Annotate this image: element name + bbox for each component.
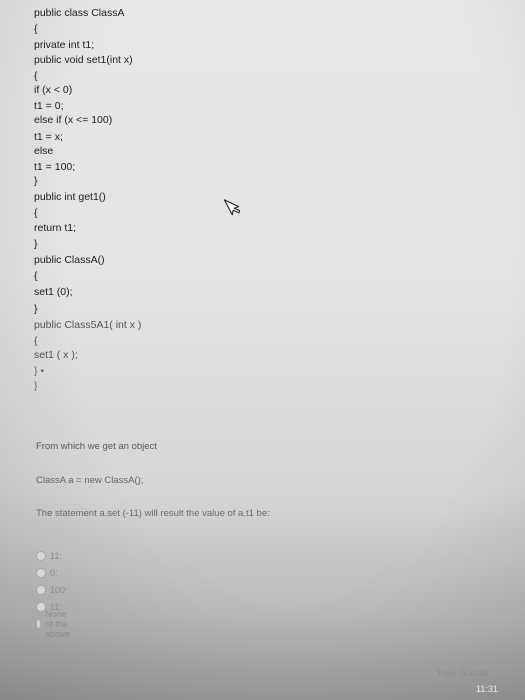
code-line: } • [34,365,45,378]
code-line: { [34,334,38,347]
code-line: else if (x <= 100) [34,114,113,127]
mouse-pointer-icon [223,199,240,216]
code-line: } [34,237,38,250]
code-line: public class ClassA [34,7,125,19]
code-line: public int get1() [34,191,106,204]
code-line: { [34,69,38,82]
code-line: private int t1; [34,39,95,52]
code-line: set1 ( x ); [34,349,78,362]
answer-option[interactable]: 11: [36,549,62,563]
next-page-link[interactable]: Next Page [42,685,75,692]
radio-button[interactable] [36,585,46,595]
code-line: set1 (0); [34,286,73,299]
option-label: 11: [50,551,62,561]
option-label: None of the above [45,609,70,639]
code-line: else [34,144,54,157]
code-line: public Class5A1( int x ) [34,318,142,331]
code-line: } [34,379,38,392]
code-line: public ClassA() [34,254,105,266]
taskbar-clock: 11:31 [476,684,498,694]
answer-option[interactable]: None of the above [36,609,75,639]
radio-button[interactable] [36,568,46,578]
answer-option[interactable]: 0: [36,566,58,580]
page-indicator: Page 24 of 40 [438,669,488,678]
radio-button[interactable] [36,551,46,561]
question-prompt: The statement a.set (-11) will result th… [36,508,270,519]
question-code: ClassA a = new ClassA(); [36,475,144,486]
code-line: { [34,23,38,36]
code-line: t1 = 0; [34,100,64,113]
answer-option[interactable]: 100: [36,583,68,597]
code-line: { [34,270,38,283]
radio-button[interactable] [36,619,42,629]
code-line: public void set1(int x) [34,53,133,66]
option-label: 100: [50,585,68,595]
code-line: } [34,175,38,188]
question-text: From which we get an object [36,441,157,452]
code-listing: public class ClassA { private int t1; pu… [34,6,141,393]
option-label: 0: [50,568,58,578]
code-line: { [34,207,38,220]
code-line: t1 = 100; [34,160,76,173]
code-line: return t1; [34,221,77,234]
code-line: t1 = x; [34,130,63,143]
code-line: if (x < 0) [34,83,73,96]
code-line: } [34,302,38,315]
